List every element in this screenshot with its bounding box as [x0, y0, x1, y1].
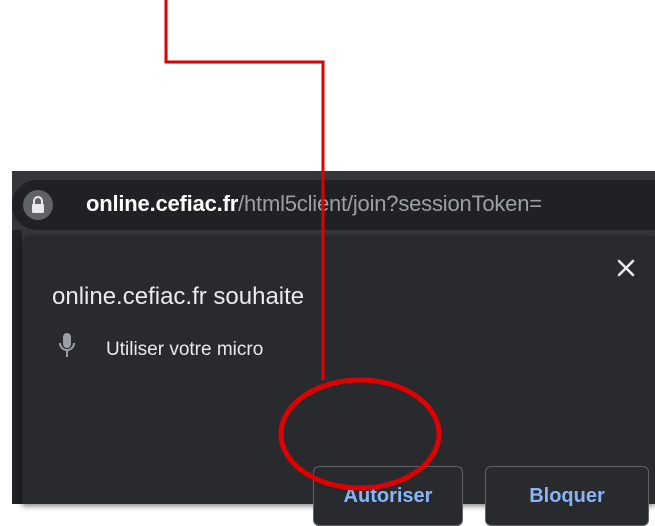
url-text[interactable]: online.cefiac.fr/html5client/join?sessio… [86, 191, 542, 217]
allow-button[interactable]: Autoriser [313, 466, 463, 526]
page-edge [12, 230, 22, 504]
popup-title: online.cefiac.fr souhaite [52, 283, 305, 310]
lock-icon[interactable] [23, 190, 53, 220]
address-bar[interactable]: online.cefiac.fr/html5client/join?sessio… [12, 180, 655, 230]
browser-window: online.cefiac.fr/html5client/join?sessio… [12, 171, 655, 526]
close-icon[interactable] [614, 256, 638, 280]
microphone-icon [58, 332, 76, 365]
permission-text: Utiliser votre micro [106, 339, 264, 360]
url-host: online.cefiac.fr [86, 191, 239, 216]
url-path: /html5client/join?sessionToken= [238, 191, 542, 216]
block-button[interactable]: Bloquer [485, 466, 649, 526]
permission-popup: online.cefiac.fr souhaite Utiliser votre… [22, 236, 655, 526]
